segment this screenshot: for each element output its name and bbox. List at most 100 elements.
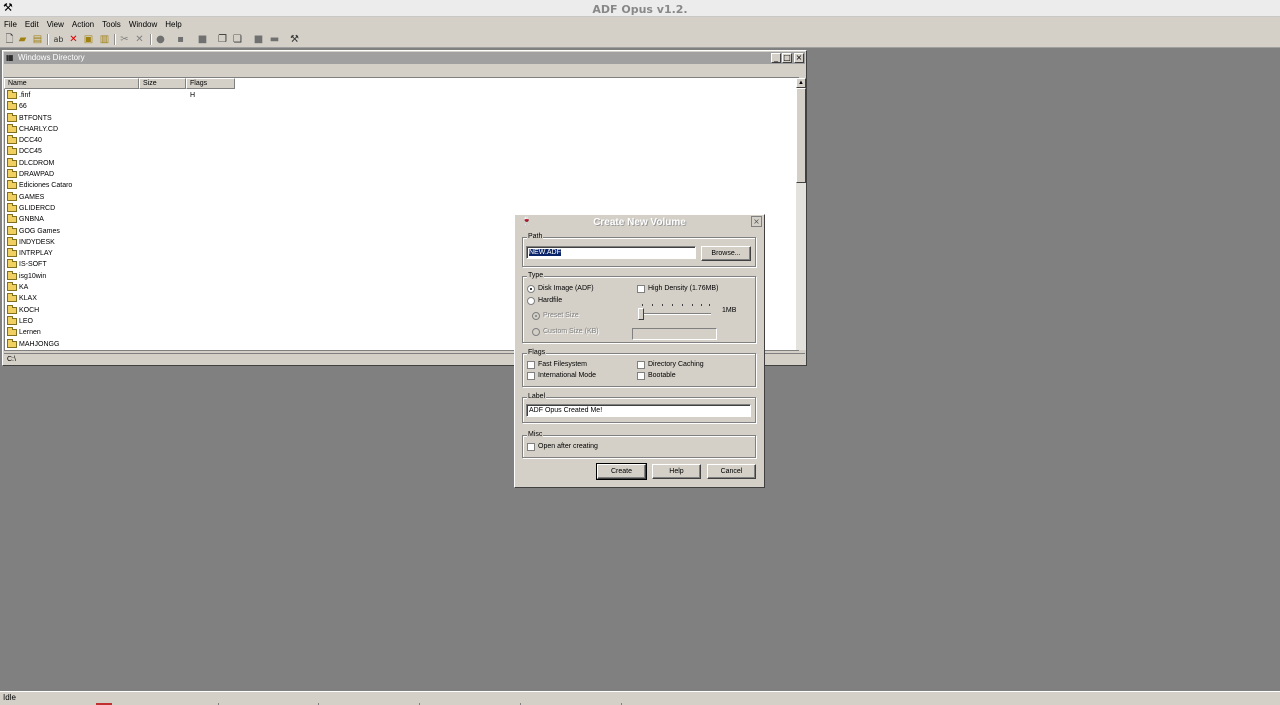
- row-name: KA: [19, 284, 29, 292]
- close-button[interactable]: ×: [794, 53, 804, 63]
- close-window-icon[interactable]: ✕: [133, 33, 146, 46]
- cascade-windows-icon[interactable]: ❐: [216, 33, 229, 46]
- custom-size-radio[interactable]: Custom Size (KB): [532, 327, 632, 337]
- folder-icon: [7, 180, 17, 190]
- disk-image-radio[interactable]: Disk Image (ADF): [527, 284, 637, 294]
- folder-icon: [7, 270, 17, 280]
- slider-tick: [701, 304, 702, 306]
- browse-button[interactable]: Browse...: [701, 246, 751, 261]
- international-mode-checkbox[interactable]: International Mode: [527, 371, 627, 381]
- menu-tools[interactable]: Tools: [98, 17, 125, 30]
- directory-window-title: Windows Directory: [18, 53, 85, 62]
- folder-icon: [7, 259, 17, 269]
- text-viewer-icon[interactable]: ■: [252, 33, 265, 46]
- row-name: DLCDROM: [19, 159, 55, 167]
- column-size[interactable]: Size: [139, 78, 186, 89]
- row-name: GAMES: [19, 193, 45, 201]
- scroll-up-arrow-icon[interactable]: ▲: [796, 78, 806, 88]
- radio-checked-icon: [532, 312, 540, 320]
- new-directory-icon[interactable]: ▣: [82, 33, 95, 46]
- menubar: File Edit View Action Tools Window Help: [0, 17, 1280, 31]
- column-header: Name Size Flags: [4, 78, 800, 89]
- table-row[interactable]: DCC45: [5, 146, 795, 157]
- parent-directory-icon[interactable]: ▥: [98, 33, 111, 46]
- vertical-scrollbar[interactable]: ▲: [796, 78, 806, 350]
- row-name: Ediciones Cataro: [19, 182, 73, 190]
- folder-icon: [7, 315, 17, 325]
- menu-help[interactable]: Help: [161, 17, 185, 30]
- row-name: INTRPLAY: [19, 250, 53, 258]
- toolbar-separator: [114, 34, 116, 45]
- tile-windows-icon[interactable]: ❏: [231, 33, 244, 46]
- open-after-creating-checkbox[interactable]: Open after creating: [527, 442, 627, 452]
- menu-action[interactable]: Action: [68, 17, 98, 30]
- menu-file[interactable]: File: [0, 17, 21, 30]
- custom-size-input[interactable]: [632, 328, 717, 340]
- table-row[interactable]: 66: [5, 101, 795, 112]
- fast-filesystem-checkbox[interactable]: Fast Filesystem: [527, 360, 627, 370]
- volume-label-input[interactable]: ADF Opus Created Me!: [526, 404, 751, 417]
- info-icon[interactable]: ●: [154, 33, 167, 46]
- menu-edit[interactable]: Edit: [21, 17, 43, 30]
- row-flags: H: [190, 92, 196, 99]
- delete-icon[interactable]: ✕: [67, 33, 80, 46]
- row-name: MAHJONGG: [19, 340, 60, 348]
- row-name: DRAWPAD: [19, 171, 54, 179]
- menu-window[interactable]: Window: [125, 17, 161, 30]
- table-row[interactable]: .finf H: [5, 90, 795, 101]
- hardfile-radio[interactable]: Hardfile: [527, 296, 637, 306]
- preset-size-radio[interactable]: Preset Size: [532, 311, 622, 321]
- folder-icon: [7, 101, 17, 111]
- directory-caching-checkbox[interactable]: Directory Caching: [637, 360, 737, 370]
- table-row[interactable]: GAMES: [5, 191, 795, 203]
- new-file-icon[interactable]: 🗋: [3, 33, 16, 46]
- table-row[interactable]: Ediciones Cataro: [5, 180, 795, 191]
- maximize-button[interactable]: □: [782, 53, 792, 63]
- table-row[interactable]: GLIDERCD: [5, 202, 795, 214]
- cut-icon[interactable]: ✂: [118, 33, 131, 46]
- column-flags[interactable]: Flags: [186, 78, 235, 89]
- dialog-titlebar[interactable]: 🍷 Create New Volume ×: [515, 215, 764, 230]
- help-button[interactable]: Help: [652, 464, 701, 479]
- folder-icon: [7, 146, 17, 156]
- dialog-title: Create New Volume: [593, 217, 686, 228]
- column-name[interactable]: Name: [4, 78, 139, 89]
- minimize-button[interactable]: _: [771, 53, 781, 63]
- dialog-close-button[interactable]: ×: [751, 216, 762, 227]
- slider-tick: [652, 304, 653, 306]
- table-row[interactable]: DLCDROM: [5, 157, 795, 169]
- high-density-checkbox[interactable]: High Density (1.76MB): [637, 284, 747, 294]
- checkbox-icon: [637, 285, 645, 293]
- rename-icon[interactable]: ab: [52, 33, 65, 46]
- batch-icon[interactable]: ▬: [268, 33, 281, 46]
- cancel-button[interactable]: Cancel: [707, 464, 756, 479]
- options-icon[interactable]: ⚒: [288, 33, 301, 46]
- row-name: KLAX: [19, 295, 37, 303]
- checkbox-icon: [637, 361, 645, 369]
- open-windows-dir-icon[interactable]: ▤: [31, 33, 44, 46]
- row-name: GNBNA: [19, 216, 44, 224]
- scroll-thumb[interactable]: [796, 88, 806, 183]
- properties-icon[interactable]: ■: [196, 33, 209, 46]
- slider-tick: [709, 304, 710, 306]
- table-row[interactable]: CHARLY.CD: [5, 123, 795, 135]
- path-input[interactable]: NEW.ADF: [526, 246, 696, 259]
- open-folder-icon[interactable]: ▰: [16, 33, 29, 46]
- menu-view[interactable]: View: [43, 17, 68, 30]
- slider-thumb[interactable]: [638, 308, 644, 320]
- bootable-checkbox[interactable]: Bootable: [637, 371, 737, 381]
- folder-icon: [7, 90, 17, 99]
- tool-icon[interactable]: ▪: [174, 33, 187, 46]
- table-row[interactable]: DRAWPAD: [5, 169, 795, 180]
- row-name: GLIDERCD: [19, 204, 56, 212]
- flags-group-label: Flags: [527, 348, 547, 357]
- folder-icon: [7, 112, 17, 122]
- table-row[interactable]: DCC40: [5, 135, 795, 146]
- table-row[interactable]: BTFONTS: [5, 112, 795, 124]
- flags-group: Flags: [522, 348, 756, 387]
- label-group-label: Label: [527, 392, 547, 401]
- create-button[interactable]: Create: [596, 463, 647, 480]
- row-name: INDYDESK: [19, 238, 55, 246]
- directory-window-titlebar[interactable]: ▦ Windows Directory _ □ ×: [4, 52, 805, 64]
- path-group-label: Path: [527, 232, 544, 241]
